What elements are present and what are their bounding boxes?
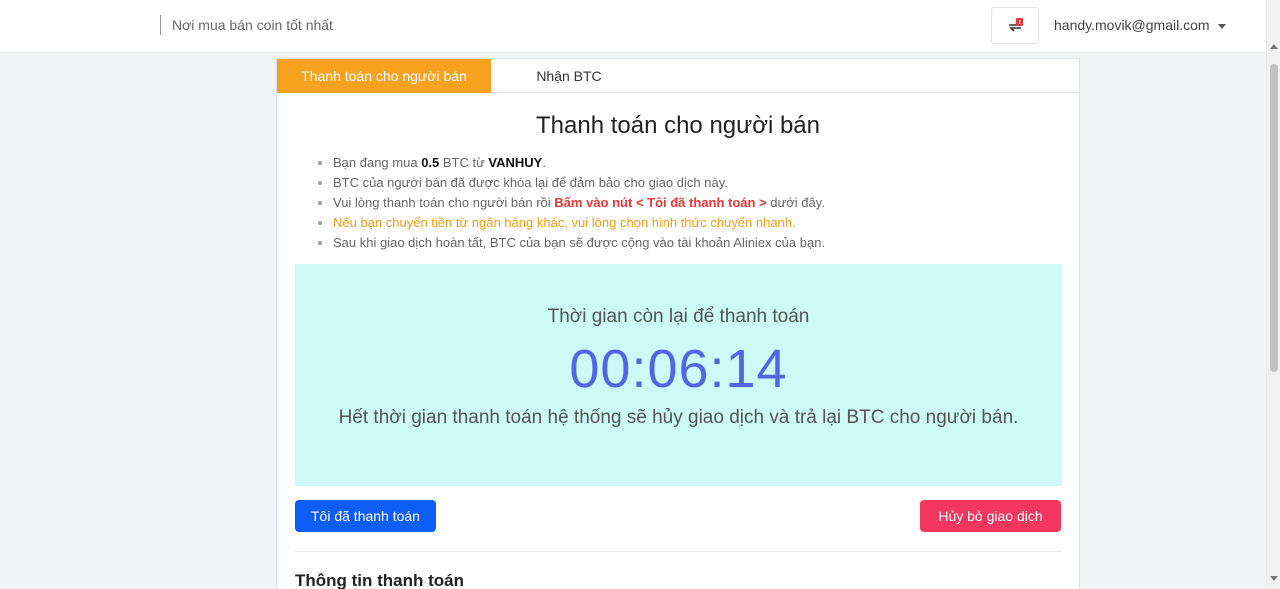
- payment-card: Thanh toán cho người bán Nhận BTC Thanh …: [276, 58, 1080, 589]
- divider: [295, 551, 1062, 552]
- list-item: BTC của người bán đã được khóa lại để đả…: [333, 173, 1053, 193]
- notification-transfer-icon: [1009, 17, 1023, 32]
- tab-bar: Thanh toán cho người bán Nhận BTC: [277, 59, 1079, 93]
- list-item: Bạn đang mua 0.5 BTC từ VANHUY.: [333, 153, 1053, 173]
- user-email: handy.movik@gmail.com: [1054, 17, 1210, 33]
- countdown-label: Thời gian còn lại để thanh toán: [547, 306, 810, 327]
- tab-receive-btc[interactable]: Nhận BTC: [491, 59, 647, 93]
- user-menu-dropdown[interactable]: handy.movik@gmail.com: [1054, 15, 1226, 35]
- page-title: Thanh toán cho người bán: [535, 112, 820, 139]
- page-scrollbar[interactable]: [1266, 0, 1280, 589]
- countdown-panel: Thời gian còn lại để thanh toán 00:06:14…: [295, 264, 1062, 486]
- logo[interactable]: [20, 10, 156, 42]
- countdown-note: Hết thời gian thanh toán hệ thống sẽ hủy…: [338, 407, 1019, 428]
- scrollbar-thumb[interactable]: [1270, 64, 1278, 372]
- payment-info-heading: Thông tin thanh toán: [295, 571, 465, 589]
- paid-button[interactable]: Tôi đã thanh toán: [295, 500, 436, 532]
- scroll-down-arrow-icon[interactable]: [1270, 576, 1278, 581]
- list-item: Vui lòng thanh toán cho người bán rồi Bấ…: [333, 193, 1053, 213]
- scroll-up-arrow-icon[interactable]: [1270, 44, 1278, 49]
- site-tagline: Nơi mua bán coin tốt nhất: [160, 15, 333, 35]
- chevron-down-icon: [1217, 23, 1226, 29]
- instructions-list: Bạn đang mua 0.5 BTC từ VANHUY. BTC của …: [333, 153, 1053, 253]
- countdown-timer: 00:06:14: [569, 339, 788, 399]
- cancel-transaction-button[interactable]: Hủy bỏ giao dịch: [920, 500, 1061, 532]
- list-item: Nếu bạn chuyển tiền từ ngân hàng khác, v…: [333, 213, 1053, 233]
- list-item: Sau khi giao dịch hoàn tất, BTC của bạn …: [333, 233, 1053, 253]
- tab-pay-seller[interactable]: Thanh toán cho người bán: [277, 59, 491, 93]
- top-header: Nơi mua bán coin tốt nhất handy.movik@gm…: [0, 0, 1266, 53]
- notification-button[interactable]: [991, 7, 1039, 44]
